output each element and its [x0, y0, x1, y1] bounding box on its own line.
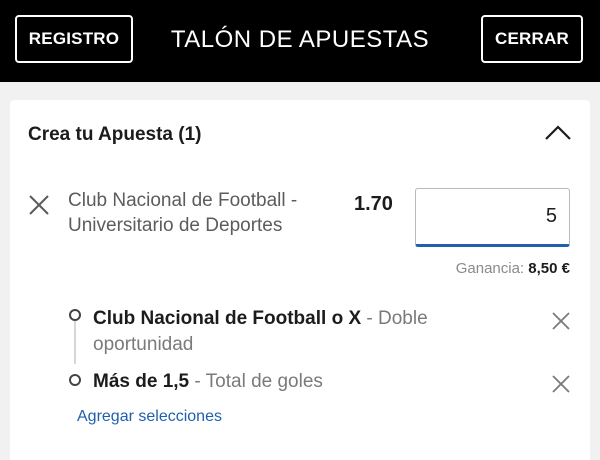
selection-name: Más de 1,5 [93, 371, 190, 392]
section-title: Crea tu Apuesta (1) [28, 124, 202, 145]
remove-bet-close-icon[interactable] [28, 194, 50, 216]
selection-item: Más de 1,5 - Total de goles [93, 369, 473, 395]
ganancia-value: 8,50 € [528, 260, 570, 277]
circle-icon [69, 309, 81, 321]
match-name-line2: Universitario de Deportes [68, 215, 283, 236]
ganancia: Ganancia: 8,50 € [456, 260, 570, 277]
selection-name: Club Nacional de Football o X [93, 308, 362, 329]
add-selections-link[interactable]: Agregar selecciones [77, 408, 222, 426]
selection-type: - Doble [361, 308, 428, 329]
remove-selection-close-icon[interactable] [551, 374, 571, 394]
stake-input[interactable] [415, 188, 570, 247]
match-name-line1: Club Nacional de Football - [68, 190, 298, 211]
match-name: Club Nacional de Football - Universitari… [68, 188, 318, 238]
cerrar-button[interactable]: CERRAR [481, 15, 583, 63]
chevron-up-icon[interactable] [543, 122, 573, 142]
bet-builder-card: Crea tu Apuesta (1) Club Nacional de Foo… [10, 100, 590, 460]
timeline-connector [74, 320, 76, 364]
ganancia-label: Ganancia: [455, 260, 525, 277]
odds-value: 1.70 [354, 193, 393, 215]
selection-item: Club Nacional de Football o X - Doble op… [93, 306, 473, 358]
selection-type: - Total de goles [189, 371, 323, 392]
betslip-header: REGISTRO TALÓN DE APUESTAS CERRAR [0, 0, 600, 82]
circle-icon [69, 374, 81, 386]
remove-selection-close-icon[interactable] [551, 311, 571, 331]
selection-type-cont: oportunidad [93, 334, 194, 355]
